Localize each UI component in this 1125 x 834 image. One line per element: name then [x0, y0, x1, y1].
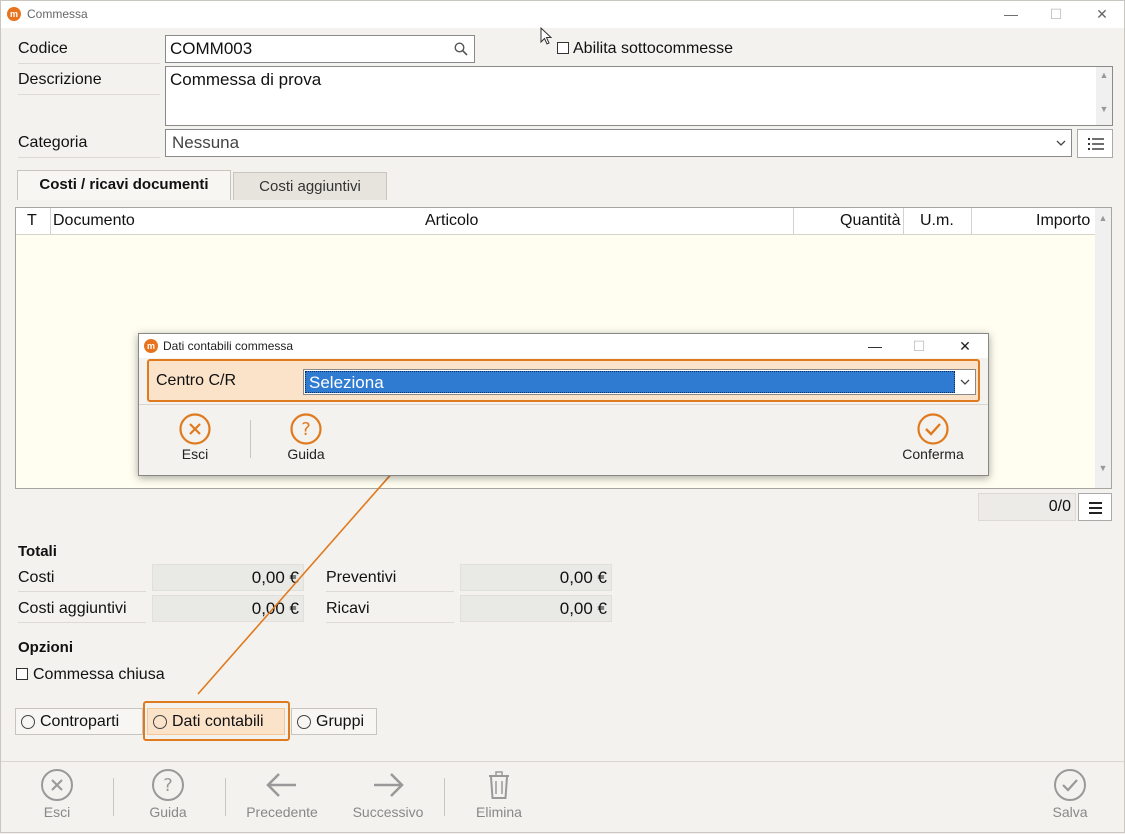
bottom-toolbar: Esci ? Guida Precedente Successivo Elimi…	[1, 761, 1124, 833]
dialog-title-bar: m Dati contabili commessa — ☐ ✕	[139, 334, 988, 358]
esci-button[interactable]: Esci	[12, 768, 102, 830]
dialog-chevron-down-icon[interactable]	[960, 379, 970, 386]
guida-label: Guida	[149, 804, 187, 820]
dati-contabili-dialog: m Dati contabili commessa — ☐ ✕ Centro C…	[138, 333, 989, 476]
close-circle-icon	[41, 769, 73, 801]
centro-cr-label: Centro C/R	[156, 372, 237, 389]
dialog-minimize-icon[interactable]: —	[860, 336, 890, 356]
precedente-button[interactable]: Precedente	[235, 768, 329, 830]
dialog-maximize-icon[interactable]: ☐	[904, 336, 934, 356]
svg-text:?: ?	[163, 775, 173, 796]
dialog-conferma-button[interactable]: Conferma	[891, 412, 975, 468]
check-circle-icon	[1054, 769, 1086, 801]
successivo-button[interactable]: Successivo	[343, 768, 433, 830]
salva-label: Salva	[1052, 804, 1088, 820]
dialog-guida-button[interactable]: ? Guida	[271, 412, 341, 468]
dialog-esci-label: Esci	[181, 446, 209, 462]
elimina-label: Elimina	[476, 804, 522, 820]
successivo-label: Successivo	[352, 804, 424, 820]
help-circle-icon: ?	[152, 769, 184, 801]
centro-cr-value: Seleziona	[305, 371, 955, 393]
arrow-left-icon	[266, 773, 296, 797]
dialog-close-circle-icon	[179, 413, 211, 445]
dialog-check-circle-icon	[917, 413, 949, 445]
svg-text:?: ?	[301, 419, 311, 440]
dialog-esci-button[interactable]: Esci	[160, 412, 230, 468]
dialog-title: Dati contabili commessa	[163, 339, 294, 353]
dialog-help-circle-icon: ?	[290, 413, 322, 445]
salva-button[interactable]: Salva	[1025, 768, 1115, 830]
dialog-close-icon[interactable]: ✕	[950, 336, 980, 356]
precedente-label: Precedente	[246, 804, 318, 820]
esci-label: Esci	[43, 804, 71, 820]
dialog-logo-icon: m	[144, 339, 158, 353]
arrow-right-icon	[374, 773, 404, 797]
dialog-conferma-label: Conferma	[902, 446, 964, 462]
guida-button[interactable]: ? Guida	[123, 768, 213, 830]
trash-icon	[489, 771, 509, 799]
commessa-window: m Commessa — ☐ ✕ Codice COMM003 Abilita …	[0, 0, 1125, 833]
elimina-button[interactable]: Elimina	[454, 768, 544, 830]
dialog-guida-label: Guida	[287, 446, 325, 462]
centro-cr-select[interactable]: Seleziona	[303, 369, 976, 395]
